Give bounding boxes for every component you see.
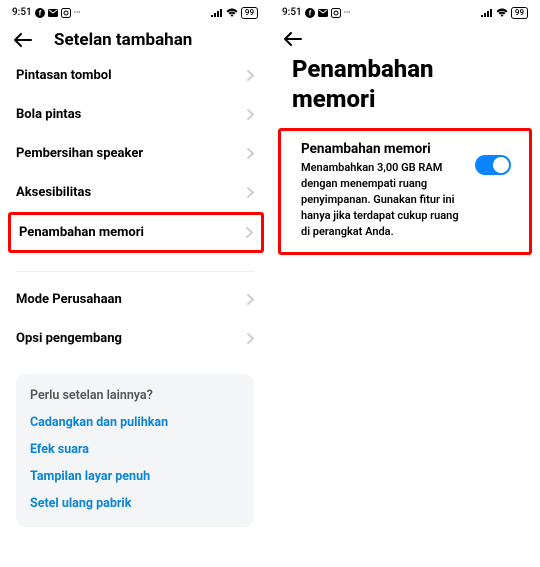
- page-title: Penambahan memori: [270, 50, 540, 128]
- status-bar: 9:51 f ··· 99: [0, 0, 270, 22]
- back-icon[interactable]: [14, 31, 32, 49]
- row-label: Bola pintas: [16, 107, 81, 122]
- row-mode-perusahaan[interactable]: Mode Perusahaan: [0, 280, 270, 319]
- chevron-right-icon: [247, 187, 254, 198]
- more-icon: ···: [74, 8, 81, 17]
- highlight-penambahan-memori: Penambahan memori: [8, 212, 264, 253]
- row-pembersihan-speaker[interactable]: Pembersihan speaker: [0, 134, 270, 173]
- row-penambahan-memori[interactable]: Penambahan memori: [11, 215, 261, 250]
- chevron-right-icon: [247, 294, 254, 305]
- chevron-right-icon: [247, 70, 254, 81]
- wifi-icon: [226, 8, 238, 17]
- status-time: 9:51: [282, 7, 302, 18]
- facebook-icon: f: [305, 8, 315, 18]
- status-time: 9:51: [12, 7, 32, 18]
- row-bola-pintas[interactable]: Bola pintas: [0, 95, 270, 134]
- row-pintasan-tombol[interactable]: Pintasan tombol: [0, 56, 270, 95]
- wifi-icon: [496, 8, 508, 17]
- row-label: Pembersihan speaker: [16, 146, 143, 161]
- link-tampilan-layar-penuh[interactable]: Tampilan layar penuh: [30, 469, 240, 484]
- row-label: Penambahan memori: [19, 225, 144, 240]
- card-description: Menambahkan 3,00 GB RAM dengan menempati…: [301, 160, 467, 240]
- row-opsi-pengembang[interactable]: Opsi pengembang: [0, 319, 270, 358]
- row-label: Pintasan tombol: [16, 68, 112, 83]
- more-icon: ···: [344, 8, 351, 17]
- row-aksesibilitas[interactable]: Aksesibilitas: [0, 173, 270, 212]
- page-title: Setelan tambahan: [54, 30, 192, 50]
- message-icon: [48, 8, 58, 18]
- chevron-right-icon: [247, 333, 254, 344]
- row-label: Aksesibilitas: [16, 185, 91, 200]
- link-efek-suara[interactable]: Efek suara: [30, 442, 240, 457]
- highlight-memory-card: Penambahan memori Menambahkan 3,00 GB RA…: [278, 128, 532, 255]
- row-label: Opsi pengembang: [16, 331, 122, 346]
- instagram-icon: [331, 8, 341, 18]
- title-bar: Setelan tambahan: [0, 22, 270, 56]
- chevron-right-icon: [247, 109, 254, 120]
- signal-icon: [211, 8, 223, 17]
- battery-icon: 99: [511, 7, 528, 19]
- signal-icon: [481, 8, 493, 17]
- message-icon: [318, 8, 328, 18]
- facebook-icon: f: [35, 8, 45, 18]
- screen-additional-settings: 9:51 f ··· 99 Setelan tambahan Pintasan …: [0, 0, 270, 567]
- instagram-icon: [61, 8, 71, 18]
- info-card: Perlu setelan lainnya? Cadangkan dan pul…: [16, 374, 254, 527]
- status-bar: 9:51 f ··· 99: [270, 0, 540, 22]
- chevron-right-icon: [246, 227, 253, 238]
- link-cadangkan[interactable]: Cadangkan dan pulihkan: [30, 415, 240, 430]
- info-heading: Perlu setelan lainnya?: [30, 388, 240, 403]
- memory-extension-card: Penambahan memori Menambahkan 3,00 GB RA…: [289, 131, 521, 252]
- back-icon[interactable]: [284, 30, 302, 48]
- screen-memory-extension: 9:51 f ··· 99 Penambahan memori Penambah…: [270, 0, 540, 567]
- row-label: Mode Perusahaan: [16, 292, 122, 307]
- link-setel-ulang-pabrik[interactable]: Setel ulang pabrik: [30, 496, 240, 511]
- divider: [16, 271, 254, 272]
- battery-icon: 99: [241, 7, 258, 19]
- settings-list: Pintasan tombol Bola pintas Pembersihan …: [0, 56, 270, 527]
- card-title: Penambahan memori: [301, 141, 467, 157]
- memory-extension-toggle[interactable]: [475, 155, 511, 175]
- title-bar: [270, 22, 540, 50]
- chevron-right-icon: [247, 148, 254, 159]
